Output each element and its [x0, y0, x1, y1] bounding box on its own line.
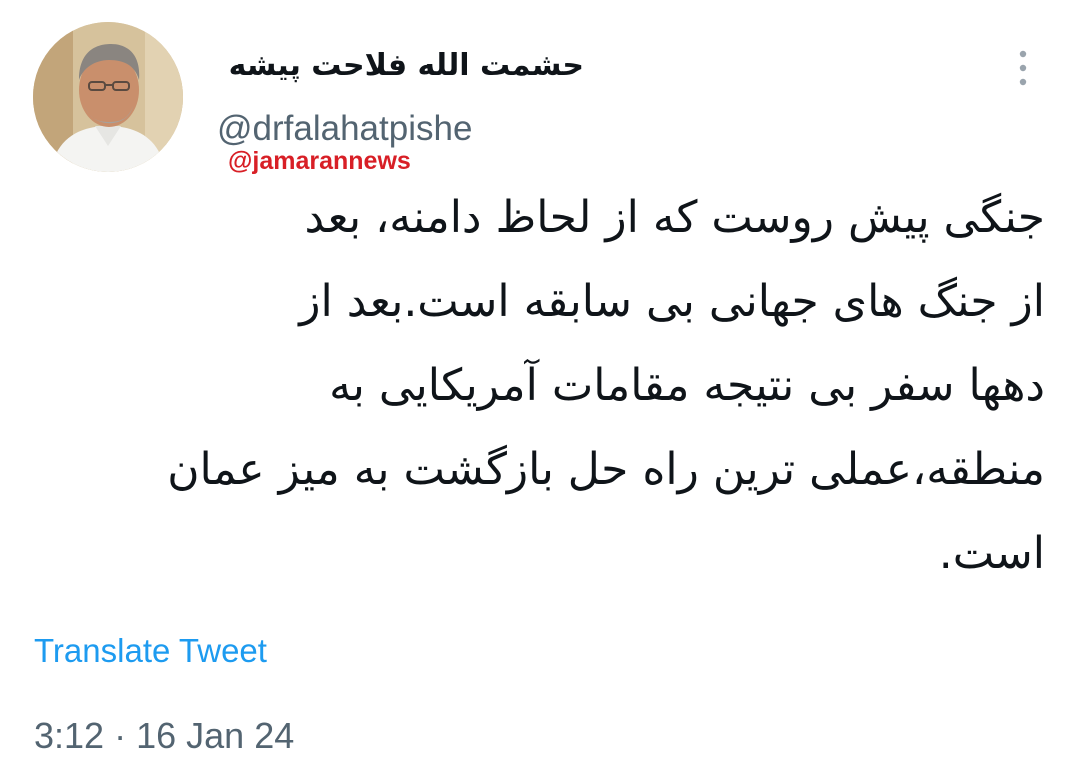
- tweet-text: جنگی پیش روست که از لحاظ دامنه، بعد از ج…: [40, 176, 1045, 596]
- tweet-text-line: دهها سفر بی نتیجه مقامات آمریکایی به: [329, 360, 1045, 411]
- tweet-text-line: منطقه،عملی ترین راه حل بازگشت به میز عما…: [167, 444, 1045, 495]
- translate-tweet-link[interactable]: Translate Tweet: [34, 630, 267, 672]
- tweet-text-line: جنگی پیش روست که از لحاظ دامنه، بعد: [304, 192, 1045, 243]
- author-handle[interactable]: @drfalahatpishe: [217, 108, 472, 150]
- author-avatar[interactable]: [33, 22, 183, 172]
- more-options-button[interactable]: [1008, 48, 1038, 88]
- tweet-timestamp[interactable]: 3:12 · 16 Jan 24: [34, 714, 294, 758]
- watermark-label: @jamarannews: [228, 147, 411, 175]
- timestamp-separator: ·: [114, 715, 127, 756]
- more-vertical-icon: [1019, 50, 1027, 86]
- author-display-name[interactable]: حشمت الله فلاحت پیشه: [229, 44, 584, 88]
- tweet-date: 16 Jan 24: [136, 715, 295, 756]
- tweet-text-line: از جنگ های جهانی بی سابقه است.بعد از: [299, 276, 1045, 327]
- tweet-text-line: است.: [938, 528, 1045, 579]
- tweet-time: 3:12: [34, 715, 105, 756]
- avatar-photo: [33, 22, 183, 172]
